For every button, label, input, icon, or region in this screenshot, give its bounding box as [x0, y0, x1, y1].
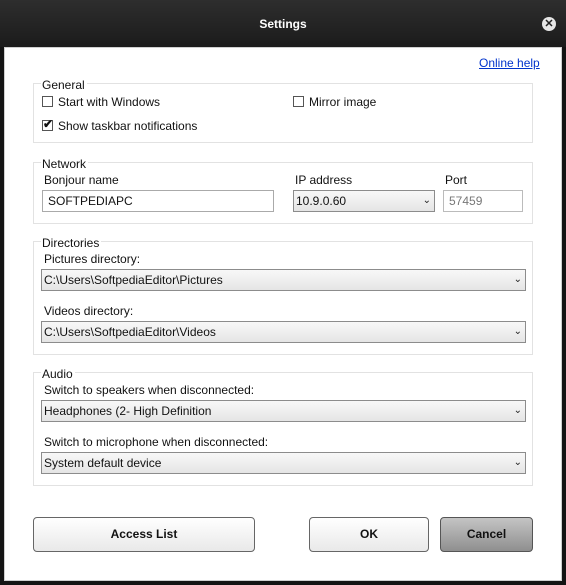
show-taskbar-label: Show taskbar notifications: [58, 119, 198, 133]
pictures-directory-value: C:\Users\SoftpediaEditor\Pictures: [44, 273, 223, 287]
mirror-image-checkbox[interactable]: [293, 96, 304, 107]
online-help-link[interactable]: Online help: [479, 56, 540, 70]
ip-address-label: IP address: [295, 173, 353, 187]
directories-legend: Directories: [41, 236, 102, 250]
ip-address-select[interactable]: 10.9.0.60 ⌄: [293, 190, 435, 212]
cancel-button[interactable]: Cancel: [440, 517, 533, 552]
chevron-down-icon: ⌄: [422, 195, 431, 206]
access-list-button[interactable]: Access List: [33, 517, 255, 552]
start-with-windows-checkbox[interactable]: [42, 96, 53, 107]
network-legend: Network: [41, 157, 89, 171]
ok-button[interactable]: OK: [309, 517, 429, 552]
chevron-down-icon: ⌄: [513, 405, 522, 416]
settings-window: Settings ✕ Online help General Start wit…: [0, 0, 566, 585]
bonjour-name-input[interactable]: SOFTPEDIAPC: [42, 190, 274, 212]
general-group: [33, 83, 533, 143]
microphone-label: Switch to microphone when disconnected:: [44, 435, 269, 449]
chevron-down-icon: ⌄: [513, 326, 522, 337]
pictures-directory-select[interactable]: C:\Users\SoftpediaEditor\Pictures ⌄: [41, 269, 526, 291]
speakers-label: Switch to speakers when disconnected:: [44, 383, 255, 397]
videos-directory-select[interactable]: C:\Users\SoftpediaEditor\Videos ⌄: [41, 321, 526, 343]
port-label: Port: [445, 173, 468, 187]
bonjour-name-label: Bonjour name: [44, 173, 119, 187]
mirror-image-label: Mirror image: [309, 95, 377, 109]
title-bar: Settings ✕: [0, 0, 566, 47]
microphone-select[interactable]: System default device ⌄: [41, 452, 526, 474]
general-legend: General: [41, 78, 87, 92]
show-taskbar-checkbox[interactable]: ✔: [42, 117, 54, 131]
videos-directory-value: C:\Users\SoftpediaEditor\Videos: [44, 325, 216, 339]
speakers-value: Headphones (2- High Definition: [44, 404, 212, 418]
audio-legend: Audio: [41, 367, 75, 381]
port-input[interactable]: 57459: [443, 190, 523, 212]
chevron-down-icon: ⌄: [513, 274, 522, 285]
checkmark-icon: ✔: [43, 117, 54, 131]
ip-address-value: 10.9.0.60: [296, 194, 347, 208]
microphone-value: System default device: [44, 456, 162, 470]
pictures-directory-label: Pictures directory:: [44, 252, 141, 266]
settings-panel: Online help General Start with Windows M…: [4, 47, 562, 581]
videos-directory-label: Videos directory:: [44, 304, 134, 318]
speakers-select[interactable]: Headphones (2- High Definition ⌄: [41, 400, 526, 422]
chevron-down-icon: ⌄: [513, 457, 522, 468]
window-title: Settings: [259, 17, 307, 31]
start-with-windows-label: Start with Windows: [58, 95, 161, 109]
close-icon[interactable]: ✕: [542, 17, 556, 31]
